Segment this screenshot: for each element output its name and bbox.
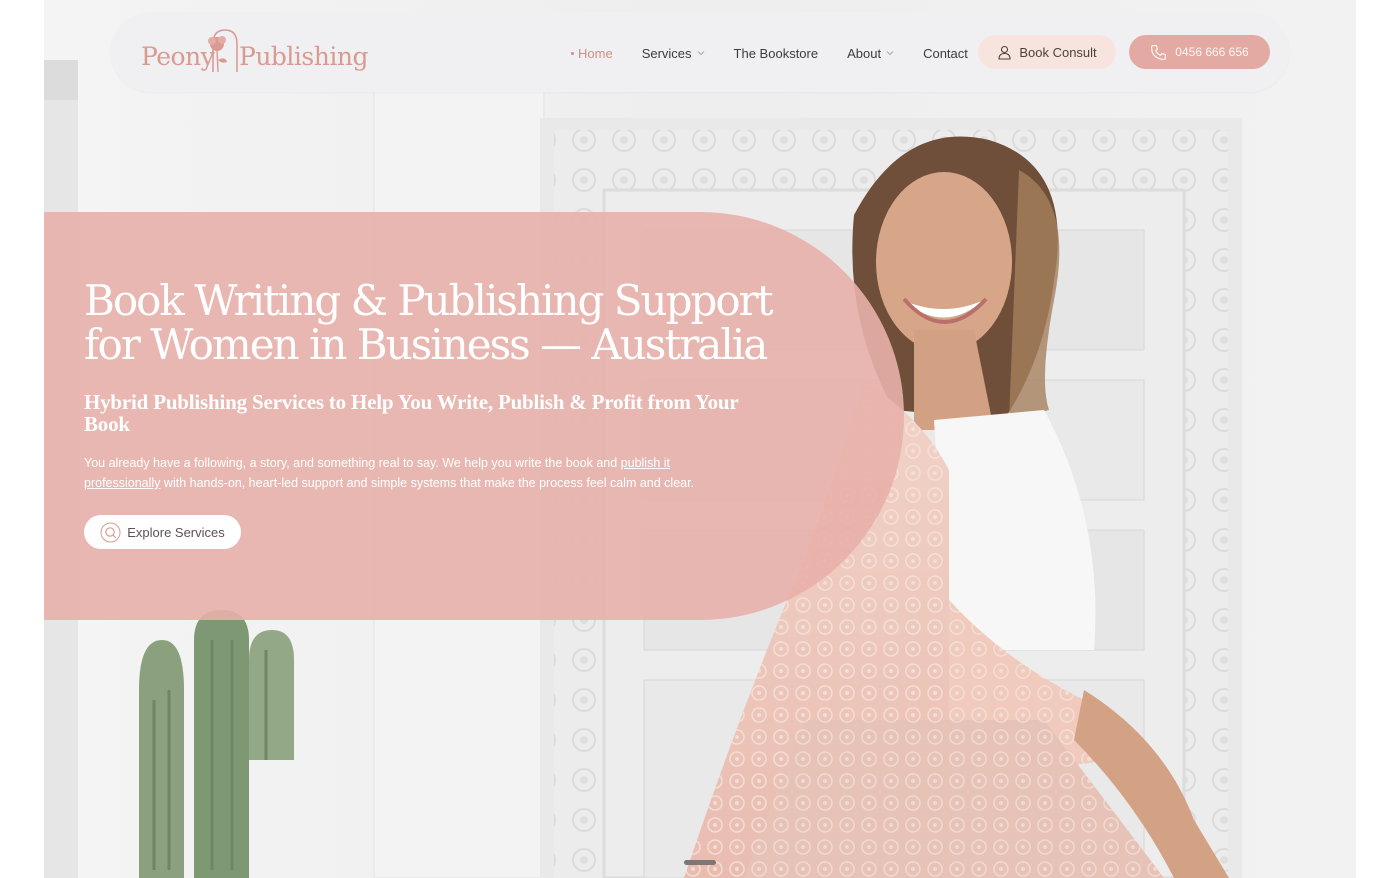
phone-icon <box>1151 44 1167 60</box>
user-icon <box>998 45 1011 60</box>
brand-logo[interactable]: Peony Publishing <box>141 26 368 76</box>
nav-item-label: Contact <box>923 45 968 61</box>
nav-item-about[interactable]: About <box>847 46 894 61</box>
phone-number-label: 0456 666 656 <box>1175 45 1249 59</box>
scroll-indicator[interactable] <box>684 860 716 865</box>
logo-word-publishing: Publishing <box>239 42 368 71</box>
explore-services-button[interactable]: Explore Services <box>84 515 241 549</box>
hero-headline-line2: for Women in Business — Australia <box>84 320 768 369</box>
peony-flower-icon <box>208 29 238 73</box>
hero-description-text: You already have a following, a story, a… <box>84 456 621 470</box>
hero-description-text-end: with hands-on, heart-led support and sim… <box>160 476 695 490</box>
nav-item-label: Services <box>641 45 692 61</box>
header-nav-bar: Peony Publishing Home Services The Books… <box>111 12 1289 92</box>
search-icon <box>100 522 121 542</box>
nav-item-services[interactable]: Services <box>642 46 705 61</box>
book-consult-label: Book Consult <box>1019 44 1097 60</box>
nav-item-bookstore[interactable]: The Bookstore <box>734 46 819 61</box>
explore-services-label: Explore Services <box>127 524 225 540</box>
nav-item-contact[interactable]: Contact <box>923 46 968 61</box>
hero-headline: Book Writing & Publishing Support for Wo… <box>84 279 784 367</box>
hero-headline-line1: Book Writing & Publishing Support <box>84 276 774 325</box>
nav-item-home[interactable]: Home <box>571 46 613 61</box>
nav-item-label: About <box>847 45 882 61</box>
nav-item-label: Home <box>578 45 613 61</box>
phone-call-button[interactable]: 0456 666 656 <box>1129 35 1270 69</box>
page: Book Writing & Publishing Support for Wo… <box>0 0 1400 878</box>
chevron-down-icon <box>697 51 704 56</box>
hero-description: You already have a following, a story, a… <box>84 453 734 493</box>
hero-subheading: Hybrid Publishing Services to Help You W… <box>84 390 739 436</box>
nav-item-label: The Bookstore <box>733 45 819 61</box>
chevron-down-icon <box>886 51 894 56</box>
book-consult-button[interactable]: Book Consult <box>978 35 1116 69</box>
active-dot-icon <box>571 51 574 55</box>
main-menu: Home Services The Bookstore About Contac… <box>571 43 997 63</box>
